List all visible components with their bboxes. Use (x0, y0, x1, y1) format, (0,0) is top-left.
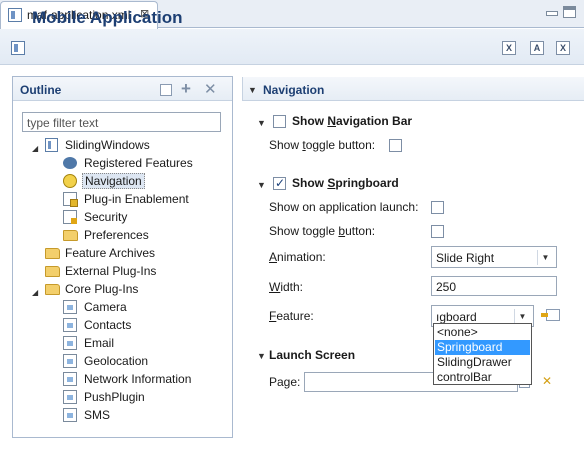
chevron-down-icon[interactable]: ▼ (514, 309, 530, 324)
folder-icon (45, 248, 60, 259)
go-to-feature-icon[interactable] (541, 309, 560, 321)
tree-item-camera[interactable]: Camera (84, 300, 127, 314)
width-value: 250 (436, 280, 457, 294)
tools-icon[interactable]: X (556, 41, 570, 55)
animation-select[interactable]: Slide Right ▼ (431, 246, 557, 268)
feature-dropdown-list[interactable]: <none> Springboard SlidingDrawer control… (433, 323, 532, 385)
navigation-title: Navigation (263, 83, 325, 97)
springboard-toggle-checkbox[interactable] (431, 225, 444, 238)
feature-option[interactable]: <none> (435, 325, 530, 340)
tree-item-contacts[interactable]: Contacts (84, 318, 131, 332)
tree-item-core-plugins[interactable]: Core Plug-Ins (65, 282, 138, 296)
nav-bar-toggle-label: Show toggle button: (269, 138, 376, 152)
gear-icon (63, 157, 77, 169)
tree-item-security[interactable]: Security (84, 210, 127, 224)
feature-option-selected[interactable]: Springboard (435, 340, 530, 355)
width-label: Width: (269, 280, 304, 294)
collapse-icon[interactable]: ▼ (257, 118, 266, 128)
show-springboard-checkbox[interactable] (273, 176, 286, 190)
plugin-icon (63, 408, 77, 422)
show-springboard-label: Show Springboard (292, 176, 399, 190)
page-label: Page: (269, 375, 301, 389)
security-icon (63, 210, 77, 224)
tree-item-external-plugins[interactable]: External Plug-Ins (65, 264, 156, 278)
editor-header (0, 29, 584, 65)
animation-value: Slide Right (436, 251, 495, 265)
tree-item-email[interactable]: Email (84, 336, 114, 350)
tree-item-sms[interactable]: SMS (84, 408, 110, 422)
tree-item-preferences[interactable]: Preferences (84, 228, 149, 242)
add-icon[interactable]: + (181, 79, 191, 99)
collapse-all-icon[interactable] (160, 84, 172, 96)
plugin-icon (63, 300, 77, 314)
expression-builder-icon[interactable]: ✕ (542, 374, 552, 388)
minimize-icon[interactable] (545, 6, 558, 18)
launch-screen-title: Launch Screen (269, 348, 356, 362)
collapse-icon[interactable]: ▼ (257, 351, 266, 361)
show-on-launch-checkbox[interactable] (431, 201, 444, 214)
tree-expand-icon[interactable]: ◢ (32, 144, 38, 153)
plugin-enablement-icon (63, 192, 78, 207)
springboard-toggle-label: Show toggle button: (269, 224, 376, 238)
plugin-icon (63, 318, 77, 332)
tree-item-geolocation[interactable]: Geolocation (84, 354, 148, 368)
chevron-down-icon[interactable]: ▼ (537, 250, 553, 265)
plugin-icon (63, 390, 77, 404)
plugin-icon (63, 372, 77, 386)
deploy-icon[interactable]: A (530, 41, 544, 55)
show-on-launch-label: Show on application launch: (269, 200, 419, 214)
delete-icon[interactable]: ✕ (204, 80, 217, 98)
xml-file-icon (45, 138, 58, 152)
feature-option[interactable]: controlBar (435, 370, 530, 385)
folder-icon (45, 266, 60, 277)
outline-filter-input[interactable]: type filter text (22, 112, 221, 132)
nav-bar-toggle-checkbox[interactable] (389, 139, 402, 152)
plugin-icon (63, 354, 77, 368)
folder-icon (63, 230, 78, 241)
tree-item-feature-archives[interactable]: Feature Archives (65, 246, 155, 260)
folder-icon (45, 284, 60, 295)
mobile-application-icon (11, 41, 25, 55)
navigation-icon (63, 174, 77, 188)
animation-label: Animation: (269, 250, 326, 264)
tree-item-navigation[interactable]: Navigation (82, 173, 145, 189)
tree-item-network-information[interactable]: Network Information (84, 372, 191, 386)
show-navigation-bar-label: Show Navigation Bar (292, 114, 413, 128)
show-navigation-bar-checkbox[interactable] (273, 115, 286, 128)
plugin-icon (63, 336, 77, 350)
page-title: Mobile Application (32, 8, 183, 27)
xml-source-icon[interactable]: X (502, 41, 516, 55)
collapse-icon[interactable]: ▼ (257, 180, 266, 190)
maximize-icon[interactable] (563, 6, 576, 18)
xml-file-icon (8, 8, 22, 22)
width-input[interactable]: 250 (431, 276, 557, 296)
tree-item-slidingwindows[interactable]: SlidingWindows (65, 138, 150, 152)
tree-item-plugin-enablement[interactable]: Plug-in Enablement (84, 192, 189, 206)
feature-option[interactable]: SlidingDrawer (435, 355, 530, 370)
outline-title: Outline (20, 83, 62, 97)
feature-value: ıgboard (436, 310, 477, 324)
tree-item-pushplugin[interactable]: PushPlugin (84, 390, 145, 404)
feature-label: Feature: (269, 309, 314, 323)
tree-expand-icon[interactable]: ◢ (32, 288, 38, 297)
collapse-icon[interactable]: ▼ (248, 85, 257, 95)
tree-item-registered-features[interactable]: Registered Features (84, 156, 193, 170)
